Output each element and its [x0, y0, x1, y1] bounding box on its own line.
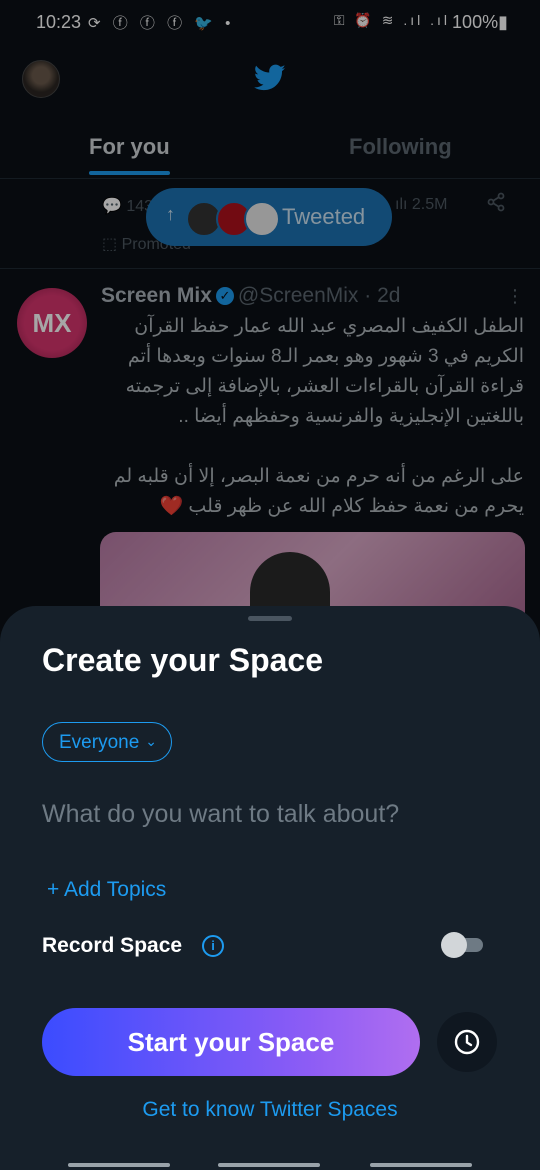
nav-recents[interactable]: [68, 1163, 170, 1167]
audience-value: Everyone: [59, 732, 140, 753]
chevron-down-icon: ⌄: [145, 733, 157, 749]
nav-back[interactable]: [370, 1163, 472, 1167]
sheet-title: Create your Space: [42, 642, 324, 678]
schedule-space-button[interactable]: [437, 1012, 497, 1072]
add-topics-button[interactable]: + Add Topics: [47, 878, 166, 902]
record-space-toggle[interactable]: [441, 932, 483, 958]
record-space-label: Record Space: [42, 934, 183, 957]
sheet-drag-handle[interactable]: [248, 616, 292, 621]
info-icon[interactable]: i: [202, 935, 224, 957]
nav-home[interactable]: [218, 1163, 320, 1167]
clock-icon: [454, 1029, 480, 1055]
create-space-sheet: Create your Space Everyone ⌄ + Add Topic…: [0, 606, 540, 1170]
system-nav-bar: [0, 1152, 540, 1170]
toggle-knob: [441, 932, 467, 958]
learn-spaces-link[interactable]: Get to know Twitter Spaces: [0, 1098, 540, 1122]
start-space-button[interactable]: Start your Space: [42, 1008, 420, 1076]
space-topic-input[interactable]: [42, 794, 482, 834]
audience-dropdown[interactable]: Everyone ⌄: [42, 722, 172, 762]
